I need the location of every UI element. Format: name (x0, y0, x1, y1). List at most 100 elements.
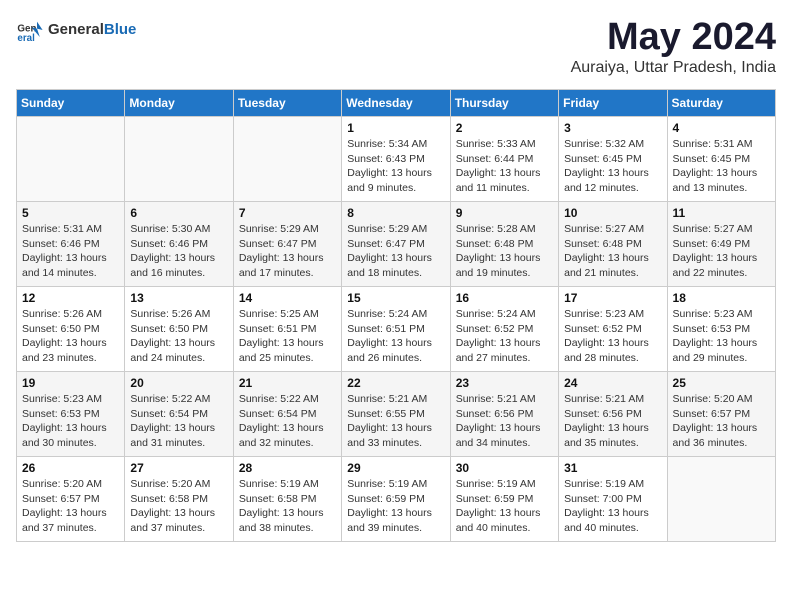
calendar-cell: 1Sunrise: 5:34 AMSunset: 6:43 PMDaylight… (342, 117, 450, 202)
day-number: 27 (130, 461, 227, 475)
day-number: 5 (22, 206, 119, 220)
calendar-cell: 12Sunrise: 5:26 AMSunset: 6:50 PMDayligh… (17, 287, 125, 372)
day-header-monday: Monday (125, 90, 233, 117)
day-number: 23 (456, 376, 553, 390)
day-info: Sunrise: 5:22 AMSunset: 6:54 PMDaylight:… (239, 392, 336, 451)
calendar-cell: 28Sunrise: 5:19 AMSunset: 6:58 PMDayligh… (233, 457, 341, 542)
day-info: Sunrise: 5:29 AMSunset: 6:47 PMDaylight:… (239, 222, 336, 281)
calendar-cell: 6Sunrise: 5:30 AMSunset: 6:46 PMDaylight… (125, 202, 233, 287)
day-number: 29 (347, 461, 444, 475)
day-number: 19 (22, 376, 119, 390)
day-info: Sunrise: 5:19 AMSunset: 6:59 PMDaylight:… (456, 477, 553, 536)
day-info: Sunrise: 5:24 AMSunset: 6:51 PMDaylight:… (347, 307, 444, 366)
calendar-cell: 22 Sunrise: 5:21 AMSunset: 6:55 PMDayligh… (342, 372, 450, 457)
calendar-cell: 5Sunrise: 5:31 AMSunset: 6:46 PMDaylight… (17, 202, 125, 287)
logo: Gen eral GeneralBlue (16, 16, 136, 44)
day-info: Sunrise: 5:23 AMSunset: 6:53 PMDaylight:… (673, 307, 770, 366)
day-info: Sunrise: 5:30 AMSunset: 6:46 PMDaylight:… (130, 222, 227, 281)
day-info: Sunrise: 5:25 AMSunset: 6:51 PMDaylight:… (239, 307, 336, 366)
calendar-cell: 17 Sunrise: 5:23 AMSunset: 6:52 PMDayligh… (559, 287, 667, 372)
calendar-cell: 3 Sunrise: 5:32 AMSunset: 6:45 PMDaylight… (559, 117, 667, 202)
svg-text:eral: eral (17, 33, 35, 44)
day-info: Sunrise: 5:29 AMSunset: 6:47 PMDaylight:… (347, 222, 444, 281)
day-number: 12 (22, 291, 119, 305)
calendar-cell (125, 117, 233, 202)
calendar-cell: 11 Sunrise: 5:27 AMSunset: 6:49 PMDayligh… (667, 202, 775, 287)
day-info: Sunrise: 5:19 AMSunset: 7:00 PMDaylight:… (564, 477, 661, 536)
page-title: May 2024 (571, 16, 776, 59)
calendar-cell: 29Sunrise: 5:19 AMSunset: 6:59 PMDayligh… (342, 457, 450, 542)
day-info: Sunrise: 5:33 AMSunset: 6:44 PMDaylight:… (456, 137, 553, 196)
calendar-cell: 26 Sunrise: 5:20 AMSunset: 6:57 PMDayligh… (17, 457, 125, 542)
calendar-cell: 14Sunrise: 5:25 AMSunset: 6:51 PMDayligh… (233, 287, 341, 372)
day-info: Sunrise: 5:28 AMSunset: 6:48 PMDaylight:… (456, 222, 553, 281)
day-info: Sunrise: 5:26 AMSunset: 6:50 PMDaylight:… (130, 307, 227, 366)
day-info: Sunrise: 5:21 AMSunset: 6:55 PMDaylight:… (347, 392, 444, 451)
calendar-header: SundayMondayTuesdayWednesdayThursdayFrid… (17, 90, 776, 117)
day-number: 2 (456, 121, 553, 135)
day-number: 7 (239, 206, 336, 220)
day-header-friday: Friday (559, 90, 667, 117)
day-number: 26 (22, 461, 119, 475)
day-number: 13 (130, 291, 227, 305)
day-number: 20 (130, 376, 227, 390)
day-info: Sunrise: 5:23 AMSunset: 6:52 PMDaylight:… (564, 307, 661, 366)
calendar-cell: 7 Sunrise: 5:29 AMSunset: 6:47 PMDaylight… (233, 202, 341, 287)
calendar-cell: 16Sunrise: 5:24 AMSunset: 6:52 PMDayligh… (450, 287, 558, 372)
day-info: Sunrise: 5:21 AMSunset: 6:56 PMDaylight:… (456, 392, 553, 451)
day-header-thursday: Thursday (450, 90, 558, 117)
calendar-cell: 2 Sunrise: 5:33 AMSunset: 6:44 PMDaylight… (450, 117, 558, 202)
week-row: 19 Sunrise: 5:23 AMSunset: 6:53 PMDayligh… (17, 372, 776, 457)
day-number: 17 (564, 291, 661, 305)
day-number: 10 (564, 206, 661, 220)
day-number: 9 (456, 206, 553, 220)
calendar-cell: 21 Sunrise: 5:22 AMSunset: 6:54 PMDayligh… (233, 372, 341, 457)
calendar-cell: 30 Sunrise: 5:19 AMSunset: 6:59 PMDayligh… (450, 457, 558, 542)
calendar-cell: 8 Sunrise: 5:29 AMSunset: 6:47 PMDaylight… (342, 202, 450, 287)
day-number: 16 (456, 291, 553, 305)
calendar-cell: 25 Sunrise: 5:20 AMSunset: 6:57 PMDayligh… (667, 372, 775, 457)
day-info: Sunrise: 5:20 AMSunset: 6:58 PMDaylight:… (130, 477, 227, 536)
day-number: 25 (673, 376, 770, 390)
calendar-cell (233, 117, 341, 202)
day-header-tuesday: Tuesday (233, 90, 341, 117)
logo-icon: Gen eral (16, 16, 44, 44)
calendar-cell (17, 117, 125, 202)
calendar-cell: 15 Sunrise: 5:24 AMSunset: 6:51 PMDayligh… (342, 287, 450, 372)
day-number: 11 (673, 206, 770, 220)
calendar-cell: 10 Sunrise: 5:27 AMSunset: 6:48 PMDayligh… (559, 202, 667, 287)
day-number: 28 (239, 461, 336, 475)
day-info: Sunrise: 5:32 AMSunset: 6:45 PMDaylight:… (564, 137, 661, 196)
day-number: 8 (347, 206, 444, 220)
calendar-cell: 27 Sunrise: 5:20 AMSunset: 6:58 PMDayligh… (125, 457, 233, 542)
calendar-cell: 18 Sunrise: 5:23 AMSunset: 6:53 PMDayligh… (667, 287, 775, 372)
calendar-cell: 31 Sunrise: 5:19 AMSunset: 7:00 PMDayligh… (559, 457, 667, 542)
calendar-cell: 9 Sunrise: 5:28 AMSunset: 6:48 PMDaylight… (450, 202, 558, 287)
title-area: May 2024 Auraiya, Uttar Pradesh, India (571, 16, 776, 77)
day-number: 31 (564, 461, 661, 475)
day-header-sunday: Sunday (17, 90, 125, 117)
week-row: 12 Sunrise: 5:26 AMSunset: 6:50 PMDayligh… (17, 287, 776, 372)
week-row: 26 Sunrise: 5:20 AMSunset: 6:57 PMDayligh… (17, 457, 776, 542)
day-number: 15 (347, 291, 444, 305)
day-info: Sunrise: 5:27 AMSunset: 6:49 PMDaylight:… (673, 222, 770, 281)
day-info: Sunrise: 5:20 AMSunset: 6:57 PMDaylight:… (673, 392, 770, 451)
calendar-table: SundayMondayTuesdayWednesdayThursdayFrid… (16, 89, 776, 542)
day-number: 18 (673, 291, 770, 305)
day-info: Sunrise: 5:22 AMSunset: 6:54 PMDaylight:… (130, 392, 227, 451)
day-number: 21 (239, 376, 336, 390)
day-number: 30 (456, 461, 553, 475)
calendar-cell: 13 Sunrise: 5:26 AMSunset: 6:50 PMDayligh… (125, 287, 233, 372)
logo-general-text: General (48, 21, 104, 38)
day-info: Sunrise: 5:21 AMSunset: 6:56 PMDaylight:… (564, 392, 661, 451)
day-info: Sunrise: 5:20 AMSunset: 6:57 PMDaylight:… (22, 477, 119, 536)
day-number: 22 (347, 376, 444, 390)
day-info: Sunrise: 5:27 AMSunset: 6:48 PMDaylight:… (564, 222, 661, 281)
day-number: 3 (564, 121, 661, 135)
header: Gen eral GeneralBlue May 2024 Auraiya, U… (16, 16, 776, 77)
day-header-saturday: Saturday (667, 90, 775, 117)
week-row: 5Sunrise: 5:31 AMSunset: 6:46 PMDaylight… (17, 202, 776, 287)
calendar-cell: 4Sunrise: 5:31 AMSunset: 6:45 PMDaylight… (667, 117, 775, 202)
day-info: Sunrise: 5:23 AMSunset: 6:53 PMDaylight:… (22, 392, 119, 451)
day-number: 1 (347, 121, 444, 135)
